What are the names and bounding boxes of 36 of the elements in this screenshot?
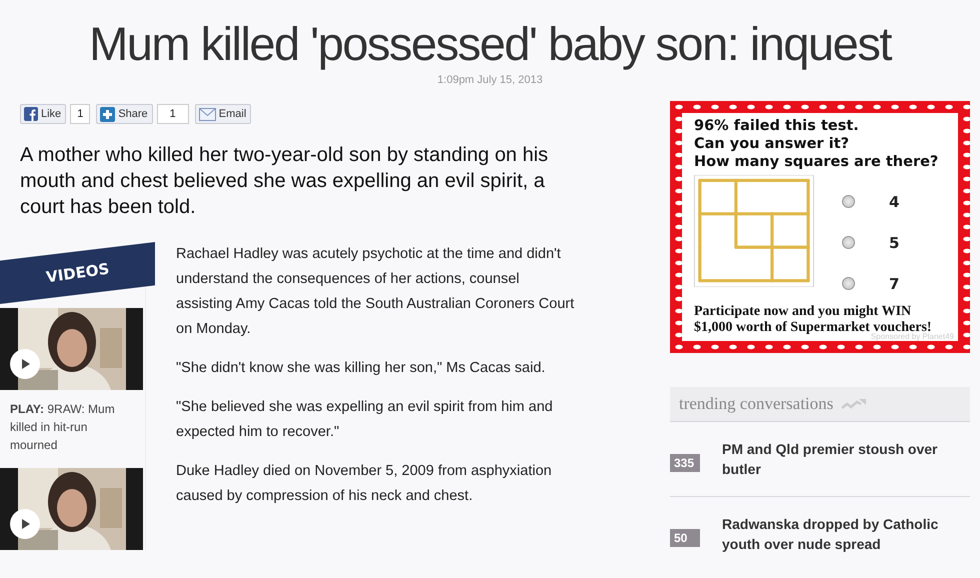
- plus-icon: [100, 106, 116, 122]
- share-button[interactable]: Share: [96, 104, 153, 124]
- answer-radio[interactable]: [842, 236, 855, 249]
- ad-question: How many squares are there?: [694, 153, 940, 171]
- article-paragraph: Rachael Hadley was acutely psychotic at the time and didn't understand the consequences of her actions, counsel assisting Amy Cacas told the South Australian Coroners Court on Monday.: [176, 245, 576, 339]
- ad-prize-text: Participate now and you might WIN: [694, 304, 912, 320]
- like-button[interactable]: Like: [20, 104, 66, 124]
- facebook-icon: [24, 107, 38, 121]
- answer-radio[interactable]: [842, 277, 855, 290]
- trending-link[interactable]: PM and Qld premier stoush over butler: [722, 439, 962, 479]
- timestamp: 1:09pm July 15, 2013: [436, 74, 544, 86]
- article-paragraph: "She didn't know she was killing her son," Ms Cacas said.: [176, 359, 546, 378]
- ad-question: 96% failed this test.: [694, 117, 860, 135]
- videos-banner: VIDEOS: [0, 242, 155, 304]
- share-count: 1: [156, 104, 189, 124]
- trending-title: trending conversations: [679, 394, 834, 414]
- trend-icon: [841, 398, 868, 410]
- comment-count: 50: [670, 529, 700, 547]
- article-headline: Mum killed 'possessed' baby son: inquest: [88, 16, 893, 72]
- comment-count: 335: [670, 454, 700, 472]
- answer-label: 5: [889, 234, 900, 252]
- answer-label: 7: [889, 274, 900, 292]
- trending-link[interactable]: Radwanska dropped by Catholic youth over nude spread: [722, 514, 962, 554]
- ad-prize-text: $1,000 worth of Supermarket vouchers!: [694, 320, 932, 335]
- article-paragraph: Duke Hadley died on November 5, 2009 from asphyxiation caused by compression of his neck and chest.: [176, 462, 553, 506]
- ad-question: Can you answer it?: [694, 135, 850, 153]
- answer-label: 4: [889, 192, 900, 210]
- play-icon[interactable]: [10, 509, 40, 539]
- envelope-icon: [198, 108, 216, 120]
- like-count: 1: [70, 104, 90, 124]
- video-caption[interactable]: PLAY: 9RAW: Mum killed in hit-run mourned: [0, 390, 145, 464]
- play-icon[interactable]: [10, 349, 40, 379]
- article-lead: A mother who killed her two-year-old son by standing on his mouth and chest believed she was expelling an evil spirit, a court has been told.: [20, 143, 550, 220]
- answer-radio[interactable]: [842, 195, 855, 208]
- email-button[interactable]: Email: [194, 104, 252, 124]
- article-paragraph: "She believed she was expelling an evil spirit from him and expected him to recover.": [176, 398, 554, 442]
